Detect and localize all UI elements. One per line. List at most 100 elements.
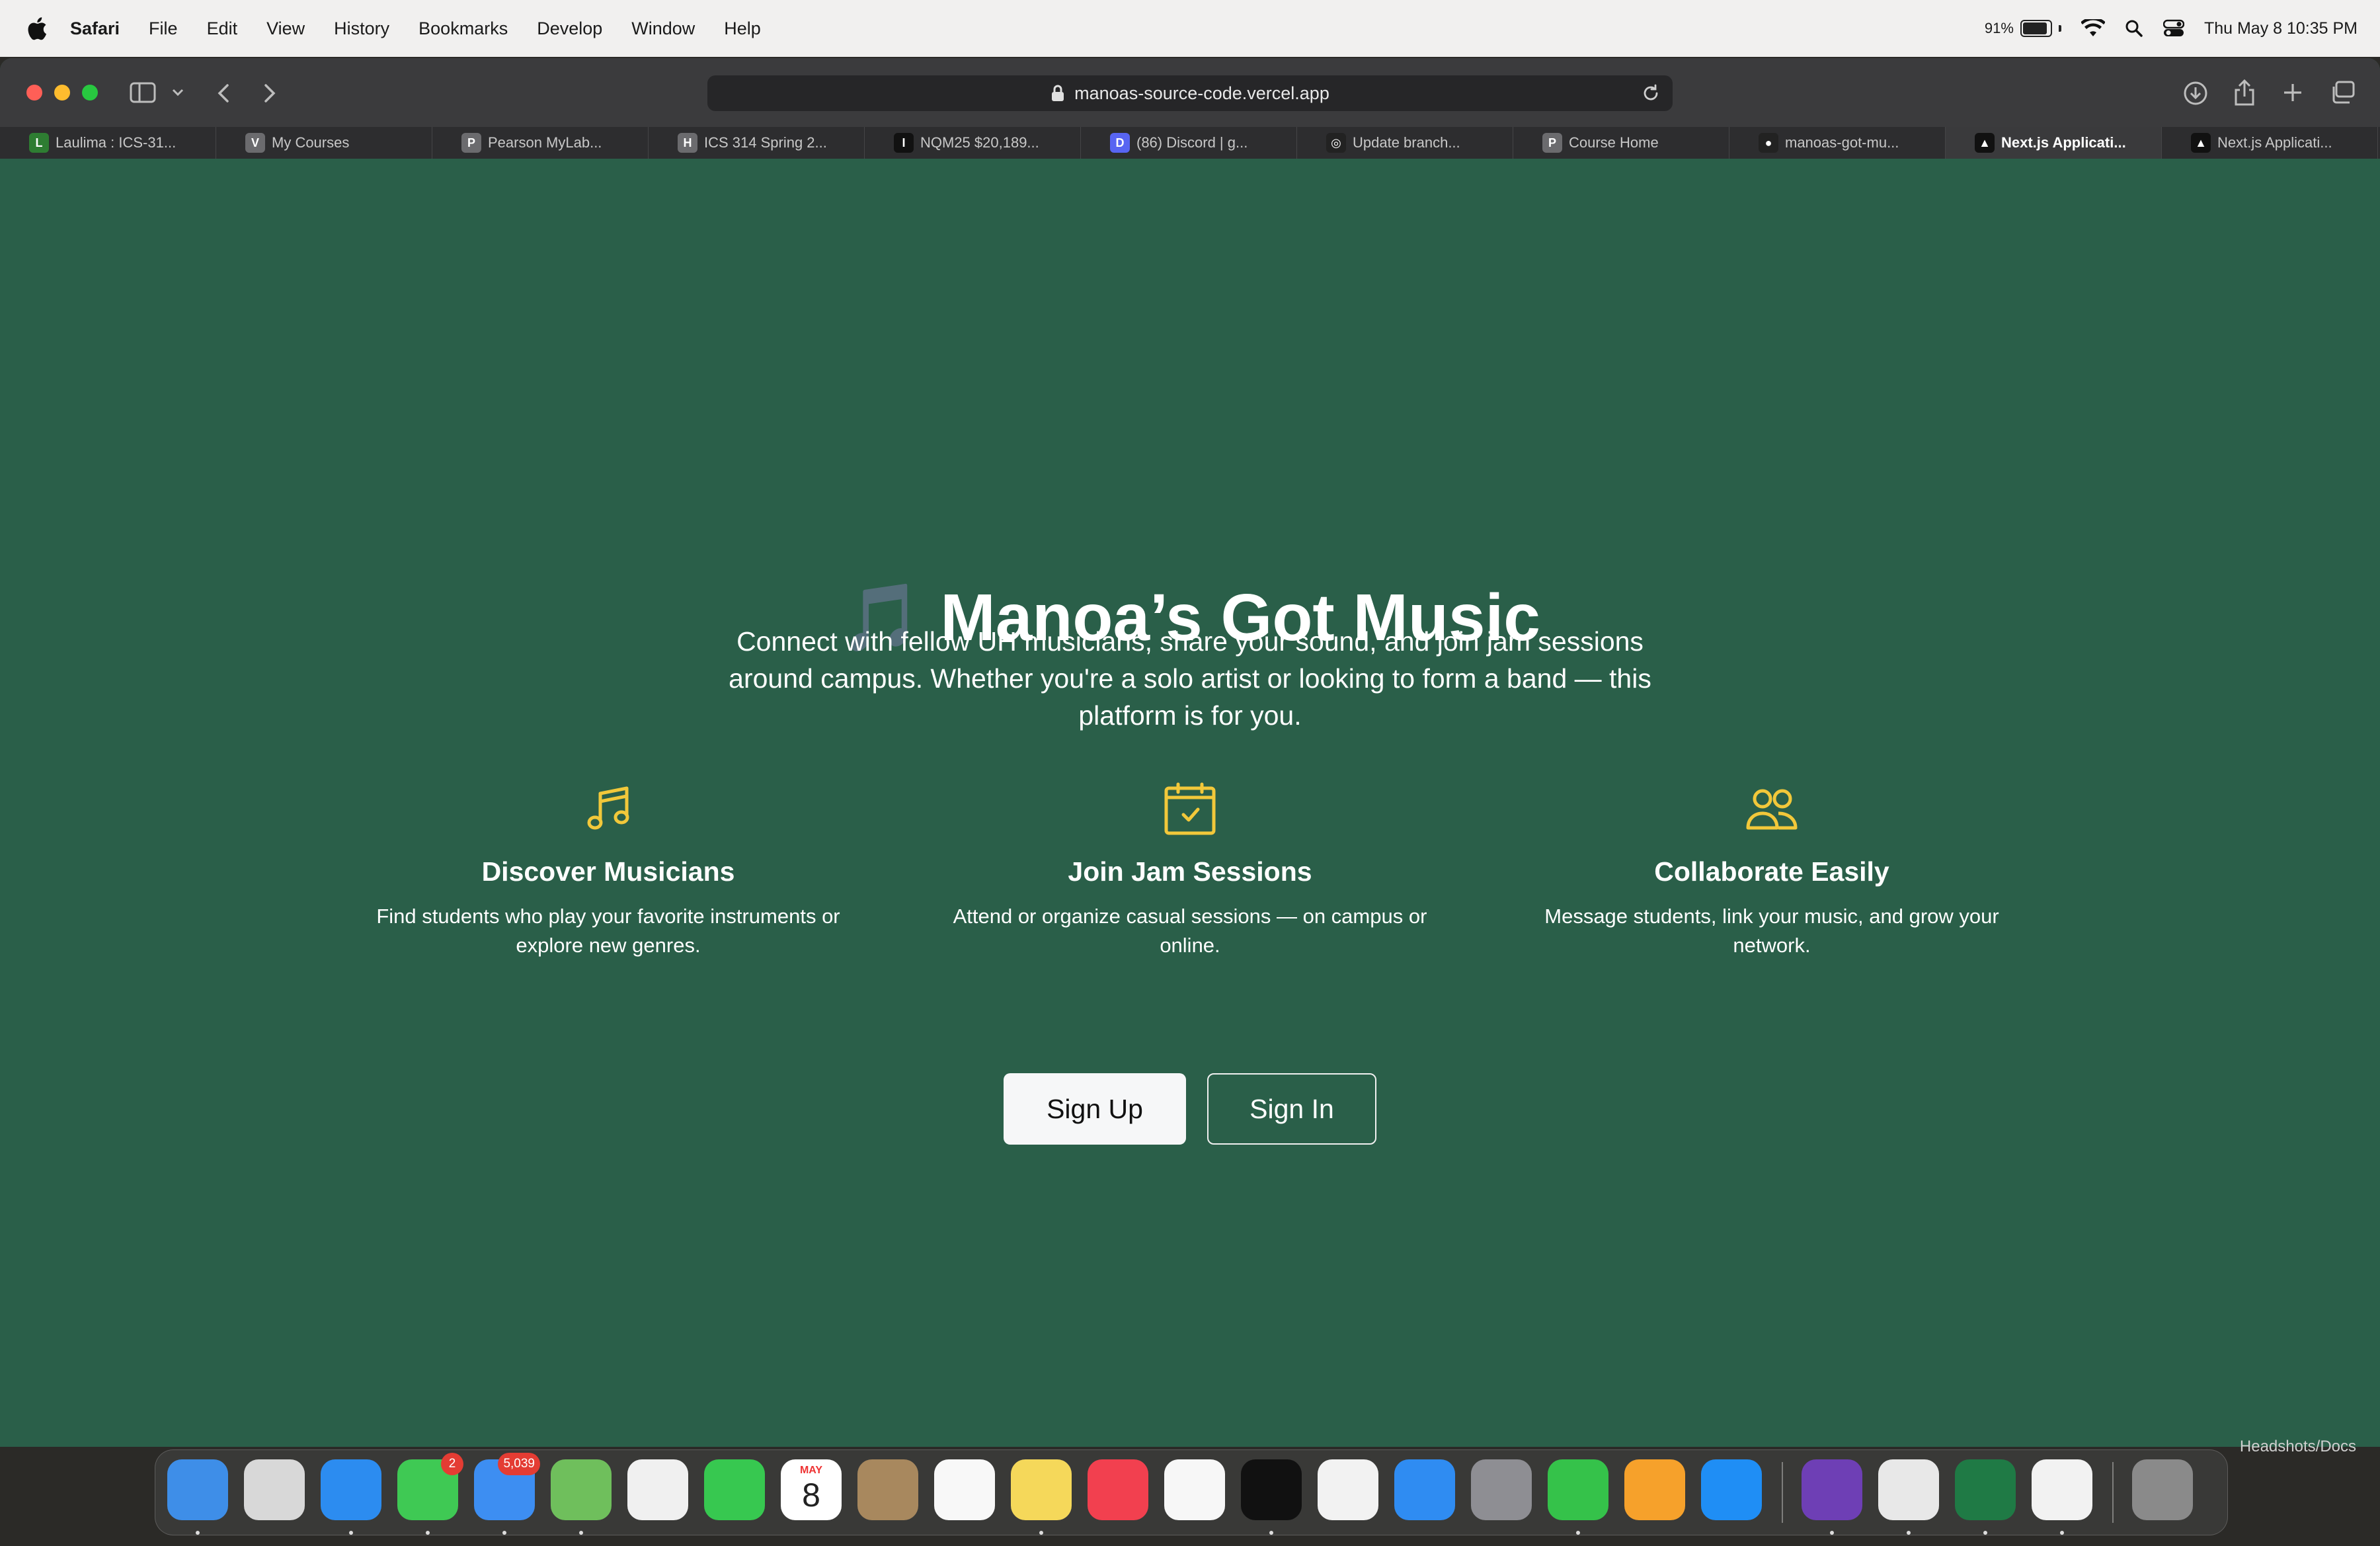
- reload-icon[interactable]: [1641, 83, 1661, 103]
- tab-favicon-icon: ▲: [2191, 133, 2211, 153]
- freeform-icon[interactable]: [1164, 1459, 1225, 1520]
- browser-tab[interactable]: D (86) Discord | g...: [1081, 127, 1297, 159]
- battery-cap: [2058, 25, 2061, 32]
- downloads-icon[interactable]: [2183, 81, 2208, 106]
- news-icon[interactable]: [1318, 1459, 1378, 1520]
- calendar-check-icon: [1164, 782, 1216, 835]
- running-indicator: [1576, 1531, 1580, 1535]
- browser-tab[interactable]: P Course Home: [1513, 127, 1729, 159]
- mail-icon[interactable]: 5,039: [474, 1453, 540, 1520]
- browser-tab[interactable]: V My Courses: [216, 127, 432, 159]
- dock: 2 5,039 MAY 8: [155, 1449, 2228, 1535]
- battery-icon: [2020, 20, 2052, 37]
- safari-icon[interactable]: [321, 1459, 381, 1520]
- new-tab-icon[interactable]: [2282, 82, 2303, 103]
- numbers-icon[interactable]: [1548, 1459, 1608, 1520]
- feature-description: Attend or organize casual sessions — on …: [953, 905, 1427, 957]
- menu-help[interactable]: Help: [724, 19, 761, 39]
- menu-edit[interactable]: Edit: [207, 19, 238, 39]
- app-store-icon[interactable]: [1701, 1459, 1762, 1520]
- tab-favicon-icon: ●: [1759, 133, 1778, 153]
- wifi-icon[interactable]: [2081, 19, 2105, 38]
- back-arrow-icon[interactable]: [217, 83, 230, 103]
- excel-icon[interactable]: [1955, 1459, 2016, 1520]
- facetime-icon[interactable]: [704, 1459, 765, 1520]
- address-bar[interactable]: manoas-source-code.vercel.app: [707, 75, 1673, 111]
- browser-tab[interactable]: ◎ Update branch...: [1297, 127, 1513, 159]
- music-note-icon: [587, 786, 629, 830]
- calendar-icon[interactable]: MAY 8: [781, 1459, 842, 1520]
- menu-clock[interactable]: Thu May 8 10:35 PM: [2204, 19, 2358, 38]
- browser-tab[interactable]: L Laulima : ICS-31...: [0, 127, 216, 159]
- feature-description: Find students who play your favorite ins…: [376, 905, 840, 957]
- maps-icon[interactable]: [551, 1459, 612, 1520]
- browser-tab[interactable]: P Pearson MyLab...: [432, 127, 649, 159]
- finder-icon[interactable]: [167, 1459, 228, 1520]
- tab-favicon-icon: V: [245, 133, 265, 153]
- browser-tab[interactable]: ▲ Next.js Applicati...: [1946, 127, 2162, 159]
- tab-label: Next.js Applicati...: [2001, 134, 2126, 151]
- battery-fill: [2022, 22, 2047, 34]
- spotlight-search-icon[interactable]: [2125, 19, 2143, 38]
- launchpad-icon[interactable]: [244, 1459, 305, 1520]
- trash-icon[interactable]: [2132, 1459, 2193, 1520]
- photos-icon[interactable]: [627, 1459, 688, 1520]
- messages-icon[interactable]: 2: [397, 1453, 463, 1520]
- web-page: 🎵 Manoa’s Got Music Connect with fellow …: [0, 159, 2380, 1447]
- people-icon: [1746, 789, 1798, 830]
- system-settings-icon[interactable]: [1471, 1459, 1532, 1520]
- feature-collaborate-easily: Collaborate Easily Message students, lin…: [1507, 782, 2036, 960]
- desktop-folder-label[interactable]: Headshots/Docs: [2240, 1438, 2356, 1456]
- tab-favicon-icon: ◎: [1326, 133, 1346, 153]
- minimize-window-button[interactable]: [54, 85, 70, 101]
- sign-in-button[interactable]: Sign In: [1207, 1073, 1376, 1145]
- share-icon[interactable]: [2233, 78, 2256, 106]
- safari-window: manoas-source-code.vercel.app L Laulima :…: [0, 58, 2380, 1447]
- pages-icon[interactable]: [1624, 1459, 1685, 1520]
- browser-tab[interactable]: H ICS 314 Spring 2...: [649, 127, 865, 159]
- running-indicator: [1830, 1531, 1834, 1535]
- battery-indicator[interactable]: 91%: [1985, 20, 2061, 37]
- tv-icon[interactable]: [1241, 1459, 1302, 1520]
- tab-bar: L Laulima : ICS-31... V My Courses P Pearson …: [0, 127, 2380, 159]
- browser-tab[interactable]: ▲ Next.js Applicati...: [2162, 127, 2378, 159]
- zoom-window-button[interactable]: [82, 85, 98, 101]
- tab-overview-icon[interactable]: [2330, 81, 2355, 104]
- sign-up-button[interactable]: Sign Up: [1004, 1073, 1186, 1145]
- music-icon[interactable]: [1088, 1459, 1148, 1520]
- feature-title: Discover Musicians: [481, 856, 735, 887]
- notes-icon[interactable]: [1011, 1459, 1072, 1520]
- tab-label: NQM25 $20,189...: [920, 134, 1039, 151]
- tab-favicon-icon: L: [29, 133, 49, 153]
- menu-bookmarks[interactable]: Bookmarks: [418, 19, 508, 39]
- contacts-icon[interactable]: [857, 1459, 918, 1520]
- chevron-down-icon[interactable]: [172, 89, 184, 97]
- menu-history[interactable]: History: [334, 19, 389, 39]
- menu-app-name[interactable]: Safari: [70, 19, 120, 39]
- tab-favicon-icon: D: [1110, 133, 1130, 153]
- sidebar-toggle-icon[interactable]: [130, 82, 156, 103]
- keynote-icon[interactable]: [1394, 1459, 1455, 1520]
- menu-develop[interactable]: Develop: [537, 19, 602, 39]
- forward-arrow-icon[interactable]: [263, 83, 276, 103]
- menu-window[interactable]: Window: [631, 19, 695, 39]
- window-controls: [26, 85, 98, 101]
- browser-tab[interactable]: ● manoas-got-mu...: [1729, 127, 1946, 159]
- tab-favicon-icon: P: [1542, 133, 1562, 153]
- github-desktop-icon[interactable]: [1802, 1459, 1862, 1520]
- apple-icon[interactable]: [25, 15, 48, 42]
- close-window-button[interactable]: [26, 85, 42, 101]
- tab-label: Laulima : ICS-31...: [56, 134, 177, 151]
- control-center-icon[interactable]: [2162, 19, 2184, 38]
- menu-view[interactable]: View: [266, 19, 305, 39]
- browser-tab[interactable]: I NQM25 $20,189...: [865, 127, 1081, 159]
- calendar-month: MAY: [799, 1465, 823, 1476]
- tab-favicon-icon: I: [894, 133, 914, 153]
- chrome-icon[interactable]: [1878, 1459, 1939, 1520]
- feature-discover-musicians: Discover Musicians Find students who pla…: [344, 782, 873, 960]
- vscode-icon[interactable]: [2032, 1459, 2092, 1520]
- calendar-day: 8: [802, 1477, 820, 1514]
- status-area: 91% Thu May 8 10:35 PM: [1985, 0, 2358, 57]
- menu-file[interactable]: File: [149, 19, 178, 39]
- reminders-icon[interactable]: [934, 1459, 995, 1520]
